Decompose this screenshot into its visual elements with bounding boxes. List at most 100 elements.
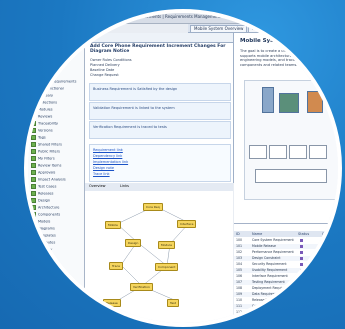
folder-icon (31, 282, 36, 287)
folder-icon (31, 247, 36, 252)
tree-item[interactable]: Impact Analysis (31, 177, 66, 182)
graph-node[interactable]: Mobile (105, 221, 121, 229)
table-row[interactable]: 109 Data Requirement Team (234, 292, 338, 297)
tree-item[interactable]: Glossary (31, 93, 53, 98)
diagram-summary (255, 169, 327, 183)
table-row[interactable]: 112 Support Requirement Team (234, 310, 338, 315)
graph-node[interactable]: Component (155, 263, 179, 271)
tree-item[interactable]: Queries (31, 282, 52, 287)
tree-item[interactable]: All Artifacts (31, 37, 58, 42)
table-row[interactable]: 104 Security Requirement Team (234, 262, 338, 267)
table-row[interactable]: 103 Design Constraint Team (234, 256, 338, 261)
tree-item[interactable]: Use Cases (31, 65, 56, 70)
folder-icon (31, 219, 36, 224)
owner-rules-field: Owner Rules Conditions (90, 58, 132, 62)
tree-item[interactable]: Architecture (31, 205, 59, 210)
tree-item[interactable]: Collections (31, 100, 57, 105)
graph-node[interactable]: Release (103, 299, 121, 307)
dependency-link[interactable]: Dependency link (93, 154, 122, 158)
tree-item[interactable]: Templates (31, 233, 56, 238)
table-row[interactable]: 105 Usability Requirement Team (234, 268, 338, 273)
table-row[interactable]: 107 Testing Requirement Team (234, 280, 338, 285)
tree-item[interactable]: Business Rules (31, 58, 64, 63)
tree-label: Collections (38, 100, 58, 105)
tree-item[interactable]: Diagrams (31, 226, 55, 231)
tree-item[interactable]: Components (31, 212, 60, 217)
graph-node[interactable]: Verification (130, 283, 153, 291)
tree-item[interactable]: Reports (31, 275, 51, 280)
requirement-editor[interactable]: Add Core Phone Requirement Increment Cha… (85, 33, 234, 183)
tree-item[interactable]: Approvals (31, 170, 55, 175)
table-row[interactable]: 102 Performance Requirement Team (234, 250, 338, 255)
overview-bottom-tab[interactable]: Overview (89, 184, 105, 188)
status-icon (300, 311, 303, 314)
tab-artifacts[interactable]: Artifacts (294, 25, 319, 32)
tab-requirements[interactable]: Requirements (248, 25, 284, 32)
folder-icon (31, 198, 36, 203)
tree-item[interactable]: Widgets (31, 296, 52, 301)
tree-label: Models (38, 219, 51, 224)
requirements-grid: ID Name Status Owner 100 Core System Requ… (234, 223, 338, 323)
circular-crop: Jazz Team Server Requirements | Requirem… (24, 9, 342, 327)
tree-item[interactable]: Permissions (31, 261, 59, 266)
folder-icon (31, 65, 36, 70)
graph-node[interactable]: Trace (109, 262, 123, 270)
tree-item[interactable]: Non-functional (31, 86, 64, 91)
tree-label: All Artifacts (38, 37, 59, 42)
implementation-link[interactable]: Implementation link (93, 160, 128, 164)
tree-item[interactable]: Security (31, 247, 52, 252)
tree-item[interactable]: Stakeholder Needs (31, 51, 71, 56)
tree-item[interactable]: Reviews (31, 114, 52, 119)
tree-item[interactable]: Test Cases (31, 184, 56, 189)
tree-label: Modules (38, 107, 53, 112)
table-row[interactable]: 108 Deployment Requirement Team (234, 286, 338, 291)
graph-node[interactable]: Module (158, 241, 175, 249)
tree-item[interactable]: History (31, 303, 50, 308)
folder-icon (31, 142, 36, 147)
folder-icon (31, 114, 36, 119)
tree-item[interactable]: Attributes (31, 240, 55, 245)
tree-item[interactable]: Features (31, 72, 53, 77)
tree-item[interactable]: Tags (31, 135, 46, 140)
tree-item[interactable]: Requirements (31, 44, 62, 49)
overview-title: Mobile System Overview (240, 38, 317, 44)
requirement-link[interactable]: Requirement link (93, 148, 123, 152)
tree-item[interactable]: Notifications (31, 268, 60, 273)
tree-label: Attributes (38, 240, 56, 245)
graph-node[interactable]: Design (125, 239, 142, 247)
diagram-doc-2 (269, 145, 287, 159)
tree-item[interactable]: Review Items (31, 163, 61, 168)
tree-item[interactable]: System Requirements (31, 79, 77, 84)
tree-item[interactable]: Users (31, 254, 48, 259)
tree-label: Glossary (38, 93, 54, 98)
design-note-link[interactable]: Design note (93, 166, 114, 170)
requirement-title: Add Core Phone Requirement Increment Cha… (90, 44, 226, 54)
tree-item[interactable]: Releases (31, 191, 54, 196)
tree-item[interactable]: Traceability (31, 121, 58, 126)
tree-item[interactable]: Versions (31, 128, 53, 133)
tree-item[interactable]: Public Filters (31, 149, 60, 154)
table-row[interactable]: 101 Mobile Release Team (234, 244, 338, 249)
tree-label: Business Rules (38, 58, 64, 63)
tree-item[interactable]: Modules (31, 107, 53, 112)
graph-node[interactable]: Interface (177, 220, 197, 228)
table-row[interactable]: 100 Core System Requirement Team (234, 238, 338, 243)
tree-item[interactable]: Design (31, 198, 50, 203)
table-row[interactable]: 111 Compliance Requirement Team (234, 304, 338, 309)
tree-item[interactable]: My Filters (31, 156, 55, 161)
trace-link[interactable]: Trace link (93, 172, 110, 176)
table-row[interactable]: 106 Interface Requirement Team (234, 274, 338, 279)
tree-item[interactable]: Dashboards (31, 289, 59, 294)
links-bottom-tab[interactable]: Links (120, 184, 129, 188)
tree-item[interactable]: Shared Filters (31, 142, 62, 147)
graph-node[interactable]: Core Req (143, 203, 163, 211)
folder-icon (31, 58, 36, 63)
trace-graph[interactable]: Core Req Mobile Interface Design Module Trace… (85, 191, 233, 323)
graph-node[interactable]: Test (167, 299, 179, 307)
table-row[interactable]: 110 Release Plan Team (234, 298, 338, 303)
folder-icon (31, 149, 36, 154)
status-icon (300, 275, 303, 278)
tab-mobile-overview[interactable]: Mobile System Overview (190, 25, 248, 32)
tree-item[interactable]: Models (31, 219, 50, 224)
project-tree[interactable]: All Artifacts Requirements Stakeholder Nee… (28, 33, 85, 323)
